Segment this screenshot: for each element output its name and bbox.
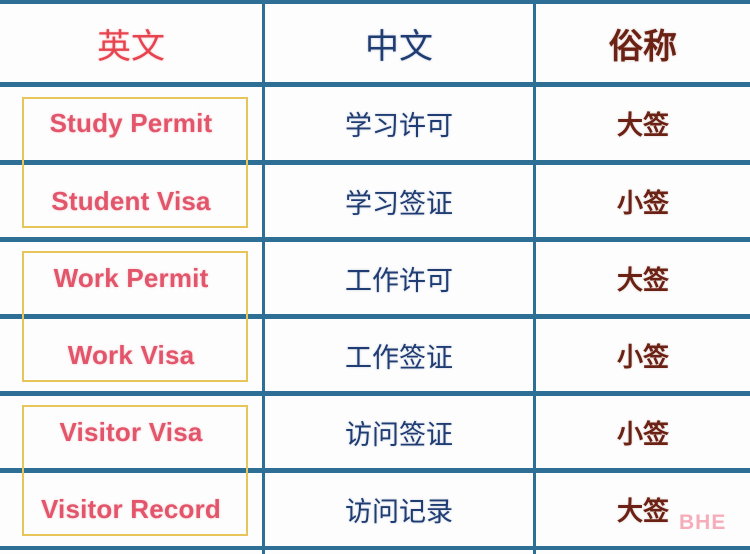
cell-english-2: Student Visa: [51, 185, 211, 216]
cell-nickname-3: 大签: [616, 265, 669, 295]
table-bottom-border: [0, 546, 750, 550]
cell-chinese-2: 学习签证: [345, 188, 453, 219]
cell-nickname-6: 大签: [616, 497, 669, 526]
cell-nickname-1: 大签: [616, 111, 669, 140]
visa-comparison-table: 英文 中文 俗称 Study Permit 学习许可 大签 Student Vi…: [0, 0, 750, 554]
cell-nickname-4: 小签: [616, 342, 669, 372]
cell-chinese-5: 访问签证: [345, 419, 453, 450]
cell-english-1: Study Permit: [49, 108, 213, 138]
cell-chinese-1: 学习许可: [345, 111, 453, 141]
cell-chinese-4: 工作签证: [345, 342, 453, 373]
header-chinese: 中文: [365, 28, 433, 66]
cell-nickname-2: 小签: [616, 188, 669, 218]
cell-english-4: Work Visa: [67, 339, 195, 370]
cell-chinese-6: 访问记录: [345, 497, 453, 527]
cell-english-5: Visitor Visa: [59, 416, 203, 447]
cell-nickname-5: 小签: [616, 419, 669, 449]
header-english: 英文: [97, 28, 165, 66]
cell-english-6: Visitor Record: [40, 494, 222, 524]
cell-chinese-3: 工作许可: [345, 265, 453, 296]
cell-english-3: Work Permit: [53, 262, 209, 293]
watermark-bhe: BHE: [679, 511, 727, 534]
header-nickname: 俗称: [609, 28, 677, 66]
